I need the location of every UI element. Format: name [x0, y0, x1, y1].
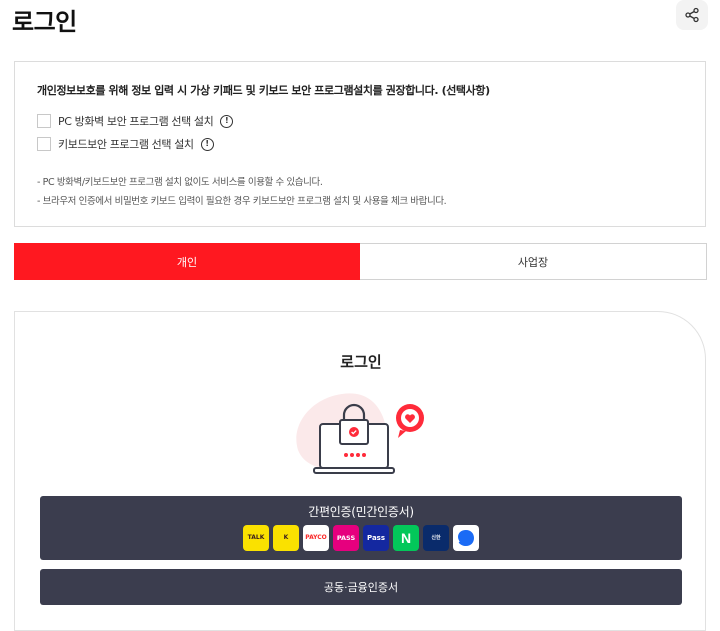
share-icon	[685, 7, 699, 23]
provider-icon-row: TALK K PAYCO PASS Pass N 신한	[40, 525, 682, 551]
payco-icon: PAYCO	[303, 525, 329, 551]
laptop-lock-illustration	[296, 393, 424, 474]
firewall-option: PC 방화벽 보안 프로그램 선택 설치 !	[37, 113, 234, 129]
tab-personal[interactable]: 개인	[14, 243, 360, 280]
toss-icon	[453, 525, 479, 551]
share-button[interactable]	[676, 0, 708, 30]
notice-note: - PC 방화벽/키보드보안 프로그램 설치 없이도 서비스를 이용할 수 있습…	[37, 177, 323, 188]
pass-icon: PASS	[333, 525, 359, 551]
samsung-pass-icon: Pass	[363, 525, 389, 551]
tab-business[interactable]: 사업장	[360, 243, 707, 280]
joint-financial-cert-button[interactable]: 공동·금융인증서	[40, 569, 682, 605]
kakaobank-icon: K	[273, 525, 299, 551]
page-title: 로그인	[12, 8, 77, 36]
security-notice-panel: 개인정보보호를 위해 정보 입력 시 가상 키패드 및 키보드 보안 프로그램설…	[14, 61, 706, 227]
notice-note: - 브라우저 인증에서 비밀번호 키보드 입력이 필요한 경우 키보드보안 프로…	[37, 196, 447, 207]
simple-auth-button[interactable]: 간편인증(민간인증서) TALK K PAYCO PASS Pass N 신한	[40, 496, 682, 560]
firewall-option-label[interactable]: PC 방화벽 보안 프로그램 선택 설치	[58, 113, 214, 129]
info-icon[interactable]: !	[200, 137, 214, 151]
info-icon[interactable]: !	[220, 114, 234, 128]
keyboard-security-checkbox[interactable]	[37, 137, 51, 151]
naver-icon: N	[393, 525, 419, 551]
keyboard-security-option-label[interactable]: 키보드보안 프로그램 선택 설치	[58, 136, 194, 152]
user-type-tabs: 개인 사업장	[14, 243, 707, 280]
simple-auth-label: 간편인증(민간인증서)	[308, 505, 414, 519]
security-notice-heading: 개인정보보호를 위해 정보 입력 시 가상 키패드 및 키보드 보안 프로그램설…	[37, 84, 490, 97]
login-card: 로그인 간편인증(민간인증서) TALK K PAYCO PASS Pass N…	[14, 311, 706, 631]
shinhan-icon: 신한	[423, 525, 449, 551]
firewall-checkbox[interactable]	[37, 114, 51, 128]
keyboard-security-option: 키보드보안 프로그램 선택 설치 !	[37, 136, 214, 152]
login-card-title: 로그인	[340, 353, 382, 371]
kakaotalk-icon: TALK	[243, 525, 269, 551]
